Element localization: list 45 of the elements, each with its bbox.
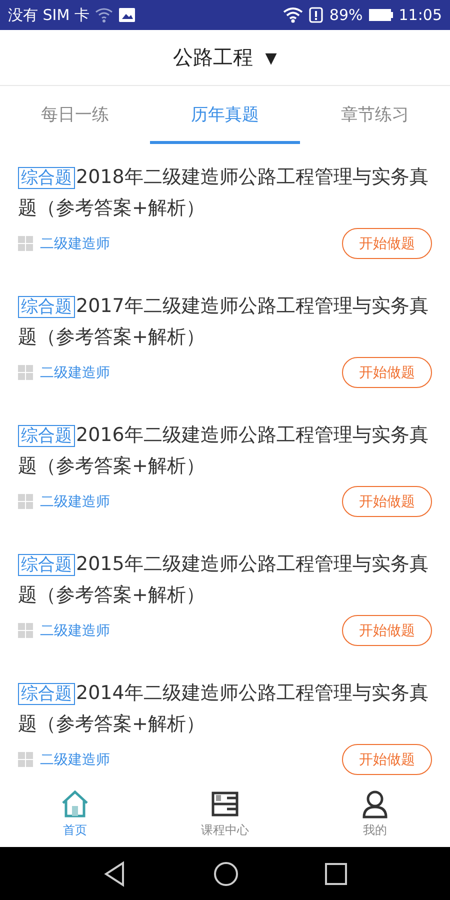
start-button[interactable]: 开始做题	[342, 486, 432, 517]
start-button[interactable]: 开始做题	[342, 228, 432, 259]
alert-icon	[309, 7, 324, 23]
tab[interactable]: 每日一练	[0, 86, 150, 144]
paper-title[interactable]: 综合题 2016年二级建造师公路工程管理与实务真题（参考答案+解析）	[18, 420, 432, 482]
battery-icon	[368, 9, 393, 21]
wifi-icon	[95, 7, 114, 23]
grid-icon	[18, 494, 33, 509]
clock-time: 11:05	[398, 6, 442, 24]
paper-title[interactable]: 综合题 2014年二级建造师公路工程管理与实务真题（参考答案+解析）	[18, 678, 432, 740]
grid-icon	[18, 236, 33, 251]
start-button[interactable]: 开始做题	[342, 744, 432, 775]
category-label: 二级建造师	[40, 234, 110, 252]
carrier-text: 没有 SIM 卡	[8, 6, 90, 24]
category-label: 二级建造师	[40, 364, 110, 382]
tag-label: 综合题	[18, 167, 75, 189]
image-icon	[119, 8, 136, 22]
back-icon[interactable]	[103, 860, 127, 886]
grid-icon	[18, 365, 33, 380]
nav-item[interactable]: 首页	[0, 780, 150, 847]
house-icon	[60, 788, 90, 818]
category-label: 二级建造师	[40, 750, 110, 768]
category-label: 二级建造师	[40, 622, 110, 640]
tab[interactable]: 章节练习	[300, 86, 450, 144]
start-button[interactable]: 开始做题	[342, 615, 432, 646]
start-button[interactable]: 开始做题	[342, 357, 432, 388]
grid-icon	[18, 623, 33, 638]
paper-title[interactable]: 综合题 2017年二级建造师公路工程管理与实务真题（参考答案+解析）	[18, 291, 432, 353]
person-icon	[360, 788, 390, 818]
paper-title[interactable]: 综合题 2018年二级建造师公路工程管理与实务真题（参考答案+解析）	[18, 162, 432, 224]
tag-label: 综合题	[18, 425, 75, 447]
tag-label: 综合题	[18, 296, 75, 318]
tab[interactable]: 历年真题	[150, 86, 300, 144]
recents-icon[interactable]	[325, 862, 347, 884]
nav-item[interactable]: 课程中心	[150, 780, 300, 847]
battery-percent: 89%	[329, 6, 363, 24]
paper-title[interactable]: 综合题 2015年二级建造师公路工程管理与实务真题（参考答案+解析）	[18, 549, 432, 611]
wifi-icon	[283, 7, 304, 23]
category-label: 二级建造师	[40, 492, 110, 510]
tag-label: 综合题	[18, 554, 75, 576]
tag-label: 综合题	[18, 683, 75, 705]
nav-item[interactable]: 我的	[300, 780, 450, 847]
grid-icon	[18, 752, 33, 767]
home-icon[interactable]	[213, 860, 239, 886]
subject-dropdown[interactable]: 公路工程 ▼	[173, 44, 277, 71]
